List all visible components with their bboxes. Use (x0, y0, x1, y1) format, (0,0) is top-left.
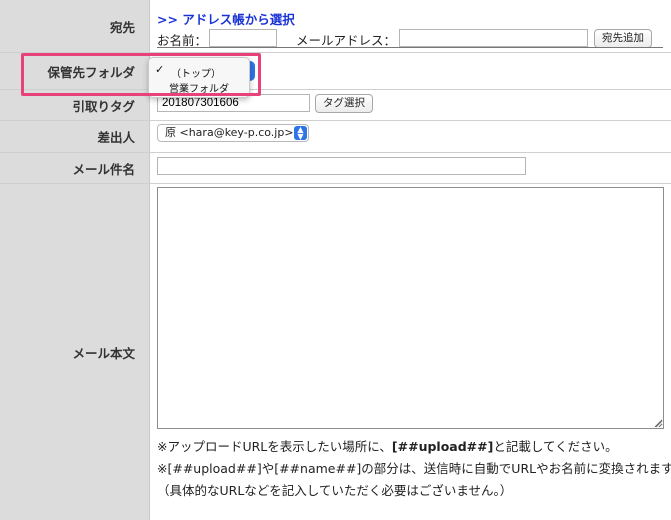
tag-select-button[interactable]: タグ選択 (315, 94, 373, 113)
highlight-box (21, 53, 261, 96)
email-input[interactable] (399, 29, 588, 47)
body-textarea[interactable] (157, 187, 664, 429)
resize-grip-icon[interactable] (655, 420, 663, 428)
note-upload: ※アップロードURLを表示したい場所に、[##upload##]と記載してくださ… (157, 439, 618, 454)
from-select[interactable]: 原 <hara@key-p.co.jp> ▲ ▼ (157, 124, 309, 142)
add-recipient-button[interactable]: 宛先追加 (594, 29, 652, 48)
label-body: メール本文 (0, 184, 150, 520)
name-input[interactable] (209, 29, 277, 47)
label-subject: メール件名 (0, 153, 150, 183)
label-to: 宛先 (0, 0, 150, 52)
updown-chevron-icon: ▲ ▼ (294, 126, 307, 141)
note-replace: ※[##upload##]や[##name##]の部分は、送信時に自動でURLや… (157, 461, 671, 476)
from-select-value: 原 <hara@key-p.co.jp> (165, 126, 294, 139)
to-underline (157, 47, 663, 48)
label-from: 差出人 (0, 121, 150, 152)
note-no-url: （具体的なURLなどを記入していただく必要はございません。） (157, 483, 513, 498)
address-book-link[interactable]: >> アドレス帳から選択 (157, 9, 295, 28)
row-from: 差出人 (0, 121, 671, 153)
subject-input[interactable] (157, 157, 526, 175)
